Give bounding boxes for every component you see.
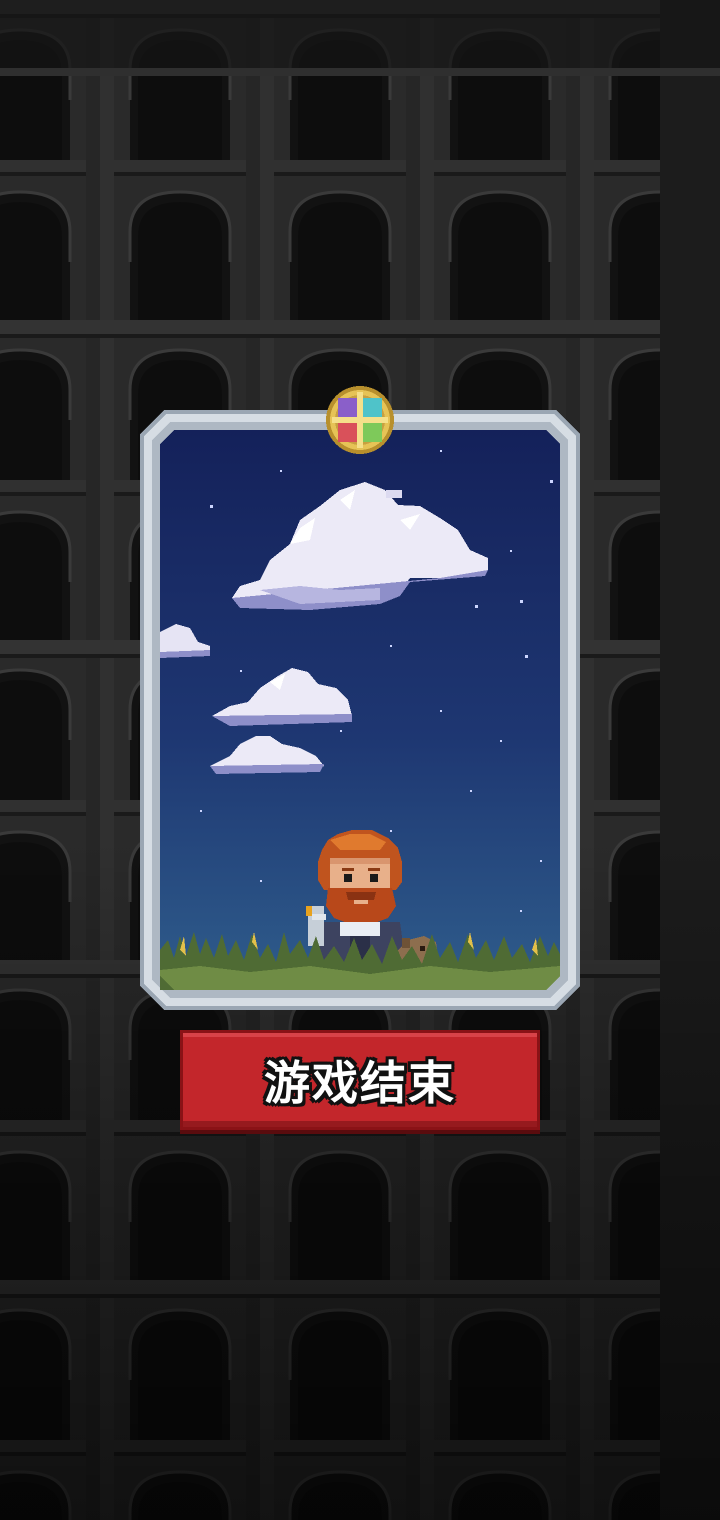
game-over-label: 游戏结束	[264, 1056, 456, 1110]
game-over-screen: 游戏结束	[0, 0, 720, 1520]
game-over-button[interactable]: 游戏结束	[180, 1030, 540, 1130]
four-color-cross-emblem-icon	[326, 386, 394, 454]
hero-portrait-card	[140, 410, 580, 1010]
